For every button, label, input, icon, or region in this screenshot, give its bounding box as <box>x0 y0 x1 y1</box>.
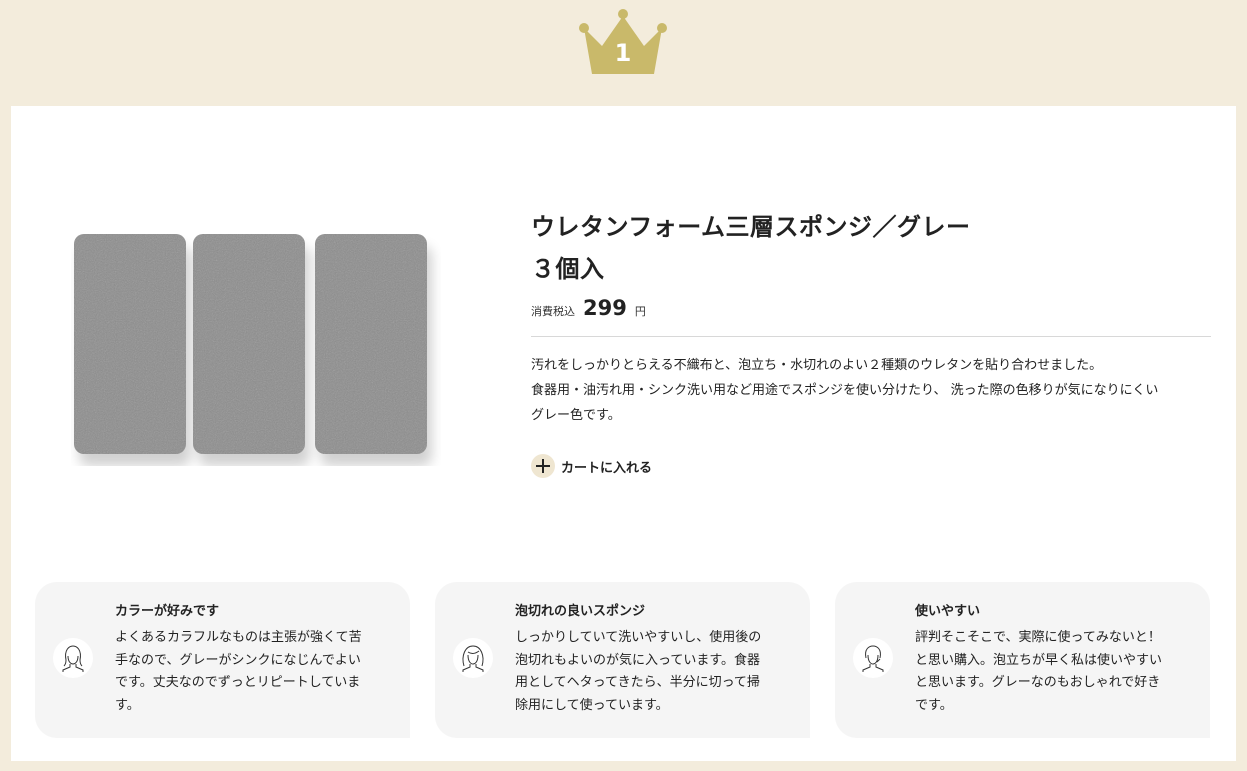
review-line: 用としてヘタってきたら、半分に切って掃 <box>515 675 760 690</box>
plus-icon <box>531 454 555 478</box>
review-line: す。 <box>115 697 140 713</box>
rank-crown-badge: 1 <box>576 8 670 76</box>
product-info: ウレタンフォーム三層スポンジ／グレー ３個入 消費税込 299 円 汚れをしっか… <box>531 206 1211 478</box>
reviewer-avatar-icon <box>53 638 93 678</box>
price-row: 消費税込 299 円 <box>531 296 1211 320</box>
product-title[interactable]: ウレタンフォーム三層スポンジ／グレー ３個入 <box>531 206 1211 290</box>
product-title-line2: ３個入 <box>531 255 605 283</box>
reviewer-avatar-icon <box>453 638 493 678</box>
price: 299 <box>583 296 627 320</box>
review-line: 泡切れもよいのが気に入っています。食器 <box>515 652 761 668</box>
review-line: よくあるカラフルなものは主張が強くて苦 <box>115 630 362 645</box>
review-title: 泡切れの良いスポンジ <box>515 604 646 619</box>
review-line: 除用にして使っています。 <box>515 697 669 713</box>
review-card: 使いやすい 評判そこそこで、実際に使ってみないと！ と思い購入。泡立ちが早く私は… <box>835 582 1210 738</box>
add-to-cart-label: カートに入れる <box>561 460 653 476</box>
review-line: 手なので、グレーがシンクになじんでよい <box>115 652 361 668</box>
currency-label: 円 <box>634 305 646 318</box>
reviewer-avatar-icon <box>853 638 893 678</box>
description-line: 食器用・油汚れ用・シンク洗い用など用途でスポンジを使い分けたり、 洗った際の色移… <box>531 383 1159 398</box>
review-line: です。 <box>915 697 953 713</box>
product-title-line1: ウレタンフォーム三層スポンジ／グレー <box>531 213 971 241</box>
description-line: 汚れをしっかりとらえる不織布と、泡立ち・水切れのよい２種類のウレタンを貼り合わせ… <box>531 358 1103 373</box>
review-body: しっかりしていて洗いやすいし、使用後の 泡切れもよいのが気に入っています。食器 … <box>515 627 790 717</box>
tax-label: 消費税込 <box>531 305 575 318</box>
product-description: 汚れをしっかりとらえる不織布と、泡立ち・水切れのよい２種類のウレタンを貼り合わせ… <box>531 353 1211 428</box>
review-card: カラーが好みです よくあるカラフルなものは主張が強くて苦 手なので、グレーがシン… <box>35 582 410 738</box>
review-line: です。丈夫なのでずっとリピートしていま <box>115 675 361 690</box>
review-line: と思います。グレーなのもおしゃれで好き <box>915 675 1161 690</box>
review-card: 泡切れの良いスポンジ しっかりしていて洗いやすいし、使用後の 泡切れもよいのが気… <box>435 582 810 738</box>
divider <box>531 336 1211 337</box>
review-body: 評判そこそこで、実際に使ってみないと！ と思い購入。泡立ちが早く私は使いやすい … <box>915 627 1190 717</box>
review-line: と思い購入。泡立ちが早く私は使いやすい <box>915 652 1163 668</box>
review-line: 評判そこそこで、実際に使ってみないと！ <box>915 630 1161 645</box>
review-title: カラーが好みです <box>115 604 220 619</box>
add-to-cart-button[interactable]: カートに入れる <box>531 454 671 478</box>
rank-number: 1 <box>614 39 632 67</box>
review-title: 使いやすい <box>915 604 981 619</box>
sponge-product-image[interactable] <box>71 226 441 466</box>
review-body: よくあるカラフルなものは主張が強くて苦 手なので、グレーがシンクになじんでよい … <box>115 627 390 717</box>
review-line: しっかりしていて洗いやすいし、使用後の <box>515 630 762 645</box>
description-line: グレー色です。 <box>531 408 621 423</box>
